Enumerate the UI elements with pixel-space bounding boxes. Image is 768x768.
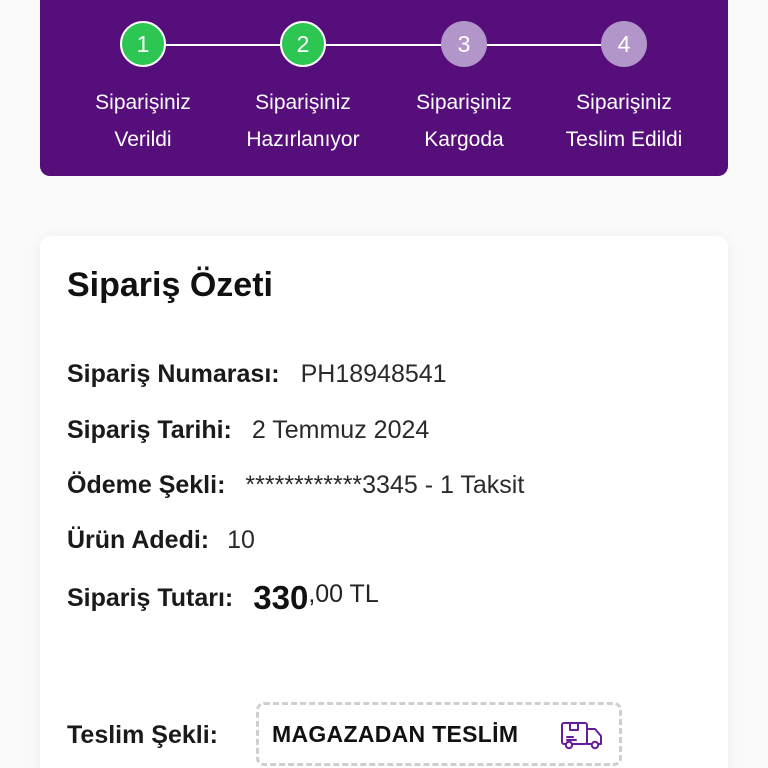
step-label-line: Hazırlanıyor: [246, 128, 360, 151]
order-date-value: 2 Temmuz 2024: [251, 415, 430, 444]
quantity-value: 10: [227, 525, 255, 554]
step-label: Siparişiniz Kargoda: [384, 84, 544, 158]
quantity-row: Ürün Adedi: 10: [67, 520, 255, 560]
order-number-row: Sipariş Numarası: PH18948541: [67, 354, 447, 394]
step-label-line: Verildi: [114, 128, 172, 151]
step-label-line: Siparişiniz: [255, 91, 351, 114]
step-label: Siparişiniz Verildi: [63, 84, 223, 158]
delivery-row: Teslim Şekli:: [67, 715, 218, 755]
step-label: Siparişiniz Hazırlanıyor: [223, 84, 383, 158]
total-amount-decimals: ,00 TL: [308, 579, 379, 608]
delivery-method-box: MAGAZADAN TESLİM: [256, 702, 622, 766]
step-number-badge: 3: [441, 21, 487, 67]
payment-value: ************3345 - 1 Taksit: [245, 470, 525, 499]
step-number-badge: 1: [120, 21, 166, 67]
payment-label: Ödeme Şekli:: [67, 470, 226, 499]
payment-row: Ödeme Şekli: ************3345 - 1 Taksit: [67, 465, 524, 505]
total-label: Sipariş Tutarı:: [67, 583, 234, 612]
order-date-row: Sipariş Tarihi: 2 Temmuz 2024: [67, 410, 429, 450]
card-title: Sipariş Özeti: [67, 266, 273, 304]
order-date-label: Sipariş Tarihi:: [67, 415, 232, 444]
step-label-line: Siparişiniz: [416, 91, 512, 114]
order-summary-card: Sipariş Özeti Sipariş Numarası: PH189485…: [40, 236, 728, 768]
progress-line: [143, 44, 623, 46]
delivery-label: Teslim Şekli:: [67, 720, 218, 749]
order-number-label: Sipariş Numarası:: [67, 359, 280, 388]
total-amount-integer: 330: [253, 579, 309, 616]
step-label-line: Siparişiniz: [576, 91, 672, 114]
order-number-value: PH18948541: [300, 359, 447, 388]
step-number-badge: 4: [601, 21, 647, 67]
truck-icon: [561, 722, 602, 750]
step-label-line: Siparişiniz: [95, 91, 191, 114]
step-number-badge: 2: [280, 21, 326, 67]
step-label-line: Kargoda: [424, 128, 504, 151]
step-label-line: Teslim Edildi: [565, 128, 683, 151]
delivery-method-value: MAGAZADAN TESLİM: [272, 720, 519, 747]
step-label: Siparişiniz Teslim Edildi: [544, 84, 704, 158]
total-row: Sipariş Tutarı: 330 ,00 TL: [67, 578, 379, 618]
quantity-label: Ürün Adedi:: [67, 525, 210, 554]
order-progress-panel: 1 Siparişiniz Verildi 2 Siparişiniz Hazı…: [40, 0, 728, 176]
